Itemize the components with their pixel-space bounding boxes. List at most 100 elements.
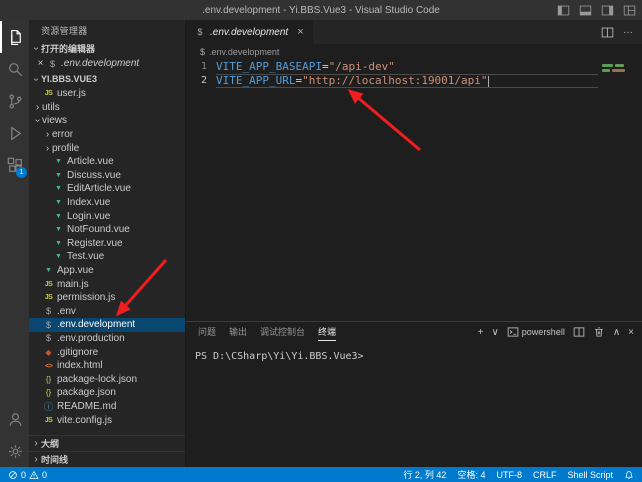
notifications-bell-icon[interactable] <box>624 470 634 480</box>
terminal-icon <box>507 326 519 338</box>
open-editors-header[interactable]: › 打开的编辑器 <box>29 40 185 56</box>
tree-item[interactable]: ▼ App.vue <box>29 264 185 278</box>
split-terminal-icon[interactable] <box>573 326 585 338</box>
terminal-output[interactable]: PS D:\CSharp\Yi\Yi.BBS.Vue3> <box>186 342 642 467</box>
tree-item[interactable]: › error <box>29 128 185 142</box>
close-icon[interactable]: × <box>35 58 46 69</box>
twisty-icon: › <box>43 143 52 154</box>
tree-item[interactable]: JS vite.config.js <box>29 413 185 427</box>
breadcrumb[interactable]: $ .env.development <box>186 44 642 60</box>
tree-item-label: Test.vue <box>67 251 104 262</box>
tree-item-label: Discuss.vue <box>67 170 121 181</box>
tree-item[interactable]: › profile <box>29 141 185 155</box>
tree-file-icon: ▼ <box>52 185 65 192</box>
tree-item[interactable]: ▼ Index.vue <box>29 196 185 210</box>
code-editor[interactable]: 1 VITE_APP_BASEAPI="/api-dev" 2 VITE_APP… <box>186 60 642 321</box>
kill-terminal-icon[interactable] <box>593 326 605 338</box>
activity-run-debug-button[interactable] <box>0 117 29 149</box>
toggle-secondary-sidebar-icon[interactable] <box>601 4 614 17</box>
tree-item-label: Register.vue <box>67 238 123 249</box>
close-panel-icon[interactable]: × <box>628 327 634 338</box>
split-editor-icon[interactable] <box>601 26 614 39</box>
encoding-status[interactable]: UTF-8 <box>496 470 522 480</box>
open-editor-label: .env.development <box>61 58 139 69</box>
tree-item[interactable]: {} package.json <box>29 386 185 400</box>
code-token: VITE_APP_BASEAPI <box>216 60 322 73</box>
tree-item-label: Article.vue <box>67 156 114 167</box>
tree-item[interactable]: <> index.html <box>29 359 185 373</box>
tree-item[interactable]: › views <box>29 114 185 128</box>
tree-item[interactable]: JS main.js <box>29 277 185 291</box>
tree-item[interactable]: JS user.js <box>29 87 185 101</box>
editor-tab[interactable]: $ .env.development × <box>186 20 313 44</box>
code-tokens: VITE_APP_BASEAPI="/api-dev" <box>216 60 642 74</box>
tree-item-label: views <box>42 115 67 126</box>
tree-item[interactable]: $ .env.development <box>29 318 185 332</box>
sidebar-bottom-sections: › 大纲 › 时间线 <box>29 435 185 467</box>
activity-account-button[interactable] <box>0 403 29 435</box>
maximize-panel-icon[interactable]: ∧ <box>613 327 620 338</box>
customize-layout-icon[interactable] <box>623 4 636 17</box>
tree-item[interactable]: ▼ Login.vue <box>29 209 185 223</box>
status-bar-right: 行 2, 列 42 空格: 4 UTF-8 CRLF Shell Script <box>403 468 634 481</box>
toggle-sidebar-icon[interactable] <box>557 4 570 17</box>
run-debug-icon <box>7 125 24 142</box>
project-name-label: YI.BBS.VUE3 <box>41 74 97 84</box>
toggle-panel-icon[interactable] <box>579 4 592 17</box>
project-header[interactable]: › YI.BBS.VUE3 <box>29 71 185 87</box>
tree-item[interactable]: ▼ Register.vue <box>29 237 185 251</box>
new-terminal-icon[interactable]: + <box>478 327 484 338</box>
panel-tab[interactable]: 问题 <box>198 323 216 341</box>
tree-item-label: .gitignore <box>57 347 98 358</box>
window-title: .env.development - Yi.BBS.Vue3 - Visual … <box>202 5 440 16</box>
tree-item-label: App.vue <box>57 265 94 276</box>
tab-close-icon[interactable]: × <box>297 26 303 38</box>
shell-file-icon: $ <box>46 59 59 69</box>
outline-label: 大纲 <box>41 437 59 450</box>
tree-item[interactable]: ▼ EditArticle.vue <box>29 182 185 196</box>
tree-item[interactable]: ▼ Test.vue <box>29 250 185 264</box>
panel-tab[interactable]: 终端 <box>318 323 336 341</box>
code-token: = <box>322 60 329 73</box>
chevron-right-icon: › <box>31 438 41 449</box>
tree-item-label: NotFound.vue <box>67 224 130 235</box>
tree-item[interactable]: ◆ .gitignore <box>29 345 185 359</box>
open-editor-item[interactable]: × $ .env.development <box>29 56 185 71</box>
code-line[interactable]: 2 VITE_APP_URL="http://localhost:19001/a… <box>186 74 642 88</box>
tree-item[interactable]: › utils <box>29 101 185 115</box>
indentation-status[interactable]: 空格: 4 <box>457 468 485 481</box>
outline-section-header[interactable]: › 大纲 <box>29 435 185 451</box>
tree-item[interactable]: ▼ Article.vue <box>29 155 185 169</box>
tree-item-label: EditArticle.vue <box>67 183 131 194</box>
activity-settings-button[interactable] <box>0 435 29 467</box>
panel-tab[interactable]: 调试控制台 <box>260 323 305 341</box>
line-number: 1 <box>186 60 216 74</box>
tree-item[interactable]: ▼ Discuss.vue <box>29 169 185 183</box>
tree-file-icon: ▼ <box>52 253 65 260</box>
tree-item[interactable]: {} package-lock.json <box>29 372 185 386</box>
explorer-sidebar: 资源管理器 › 打开的编辑器 × $ .env.development › YI… <box>29 20 186 467</box>
minimap[interactable] <box>598 60 642 321</box>
minimap-line-mark <box>602 69 610 72</box>
eol-status[interactable]: CRLF <box>533 470 557 480</box>
code-line[interactable]: 1 VITE_APP_BASEAPI="/api-dev" <box>186 60 642 74</box>
language-mode-status[interactable]: Shell Script <box>567 470 613 480</box>
tree-item[interactable]: JS permission.js <box>29 291 185 305</box>
tree-item[interactable]: ▼ NotFound.vue <box>29 223 185 237</box>
breadcrumb-file-label[interactable]: .env.development <box>209 47 279 57</box>
tree-item[interactable]: $ .env.production <box>29 332 185 346</box>
terminal-dropdown-icon[interactable]: ∨ <box>491 327 498 338</box>
activity-source-control-button[interactable] <box>0 85 29 117</box>
activity-search-button[interactable] <box>0 53 29 85</box>
activity-extensions-button[interactable]: 1 <box>0 149 29 181</box>
timeline-section-header[interactable]: › 时间线 <box>29 451 185 467</box>
tree-file-icon: ⓘ <box>42 400 55 413</box>
shell-picker[interactable]: powershell <box>507 326 565 338</box>
cursor-position-status[interactable]: 行 2, 列 42 <box>403 468 446 481</box>
tree-item[interactable]: $ .env <box>29 305 185 319</box>
tree-item[interactable]: ⓘ README.md <box>29 400 185 414</box>
problems-status[interactable]: 0 0 <box>8 470 47 480</box>
activity-explorer-button[interactable] <box>0 21 29 53</box>
panel-tab[interactable]: 输出 <box>229 323 247 341</box>
more-actions-icon[interactable]: ··· <box>623 27 633 38</box>
